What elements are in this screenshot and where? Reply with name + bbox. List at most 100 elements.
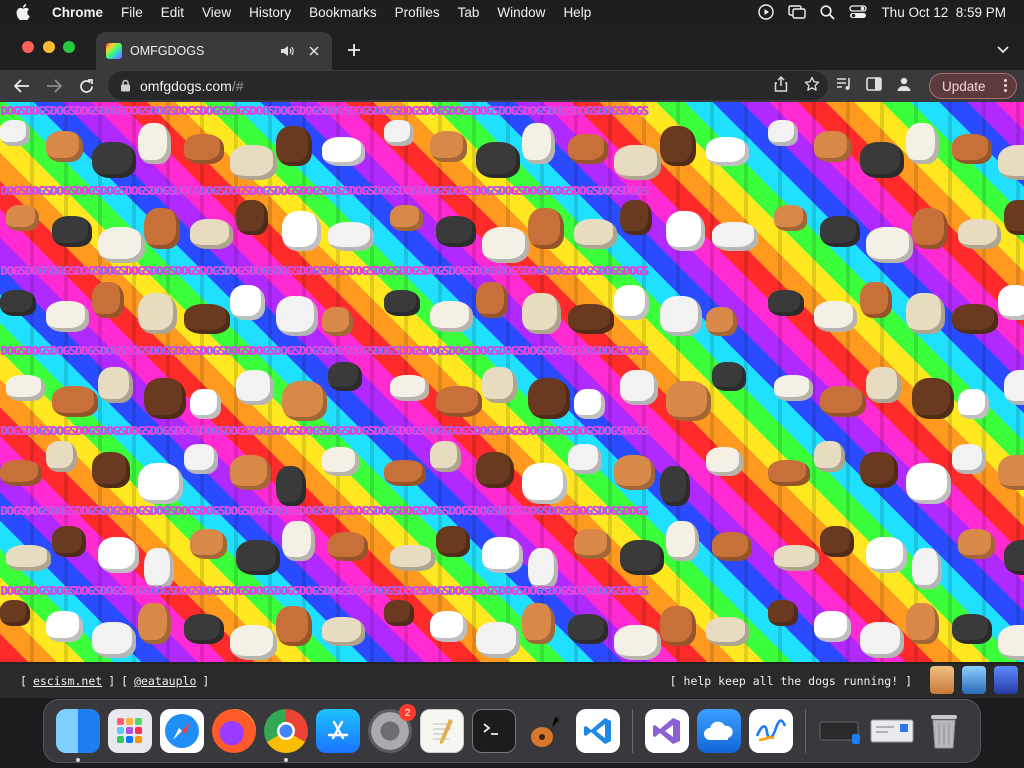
pixel-dog-sprite-icon bbox=[482, 367, 517, 403]
pixel-dog-sprite-icon bbox=[390, 375, 429, 401]
eataudio-link[interactable]: @eatauplo bbox=[134, 674, 196, 688]
chrome-icon[interactable] bbox=[264, 709, 308, 762]
menu-view[interactable]: View bbox=[193, 5, 240, 20]
pixel-dog-sprite-icon bbox=[620, 540, 664, 575]
pixel-dog-sprite-icon bbox=[814, 441, 845, 472]
tab-search-chevron-icon[interactable] bbox=[996, 43, 1010, 57]
menu-help[interactable]: Help bbox=[554, 5, 600, 20]
pixel-dog-sprite-icon bbox=[574, 529, 611, 559]
pixel-dog-sprite-icon bbox=[52, 216, 92, 247]
pixel-dog-sprite-icon bbox=[184, 614, 224, 644]
menu-file[interactable]: File bbox=[112, 5, 152, 20]
pixel-dog-sprite-icon bbox=[666, 211, 705, 251]
window-minimize-button[interactable] bbox=[43, 41, 55, 53]
media-controls-icon[interactable] bbox=[836, 77, 852, 96]
screen-mirroring-icon[interactable] bbox=[788, 5, 807, 19]
pixel-dog-sprite-icon bbox=[138, 463, 183, 504]
profile-avatar-icon[interactable] bbox=[896, 76, 912, 97]
bookmark-star-icon[interactable] bbox=[804, 76, 820, 95]
pixel-dog-sprite-icon bbox=[46, 131, 83, 162]
window-close-button[interactable] bbox=[22, 41, 34, 53]
menubar-clock[interactable]: Thu Oct 12 8:59 PM bbox=[881, 5, 1006, 20]
pixel-dog-sprite-icon bbox=[522, 463, 567, 504]
pixel-dog-sprite-icon bbox=[774, 375, 813, 401]
garageband-icon[interactable] bbox=[524, 709, 568, 753]
pixel-dog-sprite-icon bbox=[866, 227, 913, 263]
pixel-dog-sprite-icon bbox=[52, 526, 86, 557]
pixel-dog-sprite-icon bbox=[958, 219, 1001, 249]
escism-link[interactable]: escism.net bbox=[33, 674, 102, 688]
apple-menu-icon[interactable] bbox=[0, 4, 46, 20]
control-center-icon[interactable] bbox=[849, 5, 868, 19]
pixel-dog-sprite-icon bbox=[998, 455, 1024, 490]
side-panel-icon[interactable] bbox=[866, 76, 882, 96]
pixel-dog-sprite-icon bbox=[482, 537, 523, 573]
pixel-dog-sprite-icon bbox=[436, 386, 482, 417]
reload-icon[interactable] bbox=[70, 70, 102, 102]
tab-omfgdogs[interactable]: OMFGDOGS bbox=[96, 32, 332, 70]
new-tab-plus-icon[interactable] bbox=[345, 41, 363, 59]
terminal-icon[interactable] bbox=[472, 709, 516, 753]
pixel-dog-sprite-icon bbox=[0, 600, 30, 626]
share-icon[interactable] bbox=[774, 75, 788, 95]
pixel-dog-sprite-icon bbox=[6, 375, 45, 401]
tab-close-icon[interactable] bbox=[306, 43, 322, 59]
safari-icon[interactable] bbox=[160, 709, 204, 753]
pixel-dog-sprite-icon bbox=[384, 120, 414, 146]
pixel-dog-sprite-icon bbox=[322, 617, 365, 646]
pixel-dog-sprite-icon bbox=[430, 611, 467, 642]
pixel-dog-sprite-icon bbox=[860, 452, 898, 488]
back-arrow-icon[interactable] bbox=[6, 70, 38, 102]
textedit-icon[interactable] bbox=[420, 709, 464, 753]
pixel-dog-sprite-icon bbox=[952, 304, 998, 334]
pixel-dog-sprite-icon bbox=[230, 145, 277, 180]
firefox-icon[interactable] bbox=[212, 709, 256, 753]
audio-playing-icon[interactable] bbox=[280, 45, 294, 57]
url-host: omfgdogs.com bbox=[140, 77, 232, 94]
pixel-dog-sprite-icon bbox=[98, 227, 145, 263]
pixel-dog-sprite-icon bbox=[906, 463, 951, 504]
freeform-icon[interactable] bbox=[749, 709, 793, 753]
screen-sharing-window-icon[interactable] bbox=[818, 709, 862, 753]
pixel-dog-sprite-icon bbox=[138, 123, 171, 164]
update-chrome-button[interactable]: Update bbox=[929, 73, 1017, 99]
pixel-dog-sprite-icon bbox=[430, 131, 467, 162]
menu-app-name[interactable]: Chrome bbox=[46, 5, 112, 20]
help-keep-dogs-running-link[interactable]: [ help keep all the dogs running! ] bbox=[670, 674, 912, 688]
vscode-icon[interactable] bbox=[576, 709, 620, 753]
forward-arrow-icon[interactable] bbox=[38, 70, 70, 102]
pixel-dog-sprite-icon bbox=[906, 603, 939, 644]
app-store-icon[interactable] bbox=[316, 709, 360, 753]
visual-studio-icon[interactable] bbox=[645, 709, 689, 753]
pixel-dog-sprite-icon bbox=[436, 526, 470, 557]
network-window-icon[interactable] bbox=[870, 709, 914, 753]
pixel-dog-sprite-icon bbox=[866, 367, 901, 403]
spotlight-search-icon[interactable] bbox=[820, 4, 835, 20]
pixel-dog-sprite-icon bbox=[820, 386, 866, 417]
address-bar[interactable]: omfgdogs.com/# bbox=[108, 71, 828, 100]
kebab-menu-icon[interactable] bbox=[1004, 79, 1007, 92]
tab-title: OMFGDOGS bbox=[130, 44, 205, 58]
window-fullscreen-button[interactable] bbox=[63, 41, 75, 53]
system-settings-icon[interactable]: 2 bbox=[368, 704, 416, 753]
pixel-dog-sprite-icon bbox=[614, 625, 661, 660]
macos-menu-bar: Chrome File Edit View History Bookmarks … bbox=[0, 0, 1024, 24]
footer-sprites bbox=[930, 666, 1018, 694]
trash-icon[interactable] bbox=[922, 709, 966, 753]
onedrive-icon[interactable] bbox=[697, 709, 741, 753]
launchpad-icon[interactable] bbox=[108, 709, 152, 753]
lock-icon[interactable] bbox=[120, 79, 131, 92]
menu-window[interactable]: Window bbox=[488, 5, 554, 20]
pixel-dog-sprite-icon bbox=[568, 304, 614, 334]
menu-tab[interactable]: Tab bbox=[449, 5, 489, 20]
menu-edit[interactable]: Edit bbox=[152, 5, 193, 20]
menu-history[interactable]: History bbox=[240, 5, 300, 20]
pixel-dog-sprite-icon bbox=[276, 126, 312, 166]
finder-icon[interactable] bbox=[56, 709, 100, 762]
pixel-dog-sprite-icon bbox=[912, 378, 954, 419]
menu-profiles[interactable]: Profiles bbox=[386, 5, 449, 20]
menu-bookmarks[interactable]: Bookmarks bbox=[300, 5, 386, 20]
media-play-icon[interactable] bbox=[758, 4, 775, 20]
pixel-dog-sprite-icon bbox=[328, 532, 368, 561]
running-indicator bbox=[284, 758, 288, 762]
